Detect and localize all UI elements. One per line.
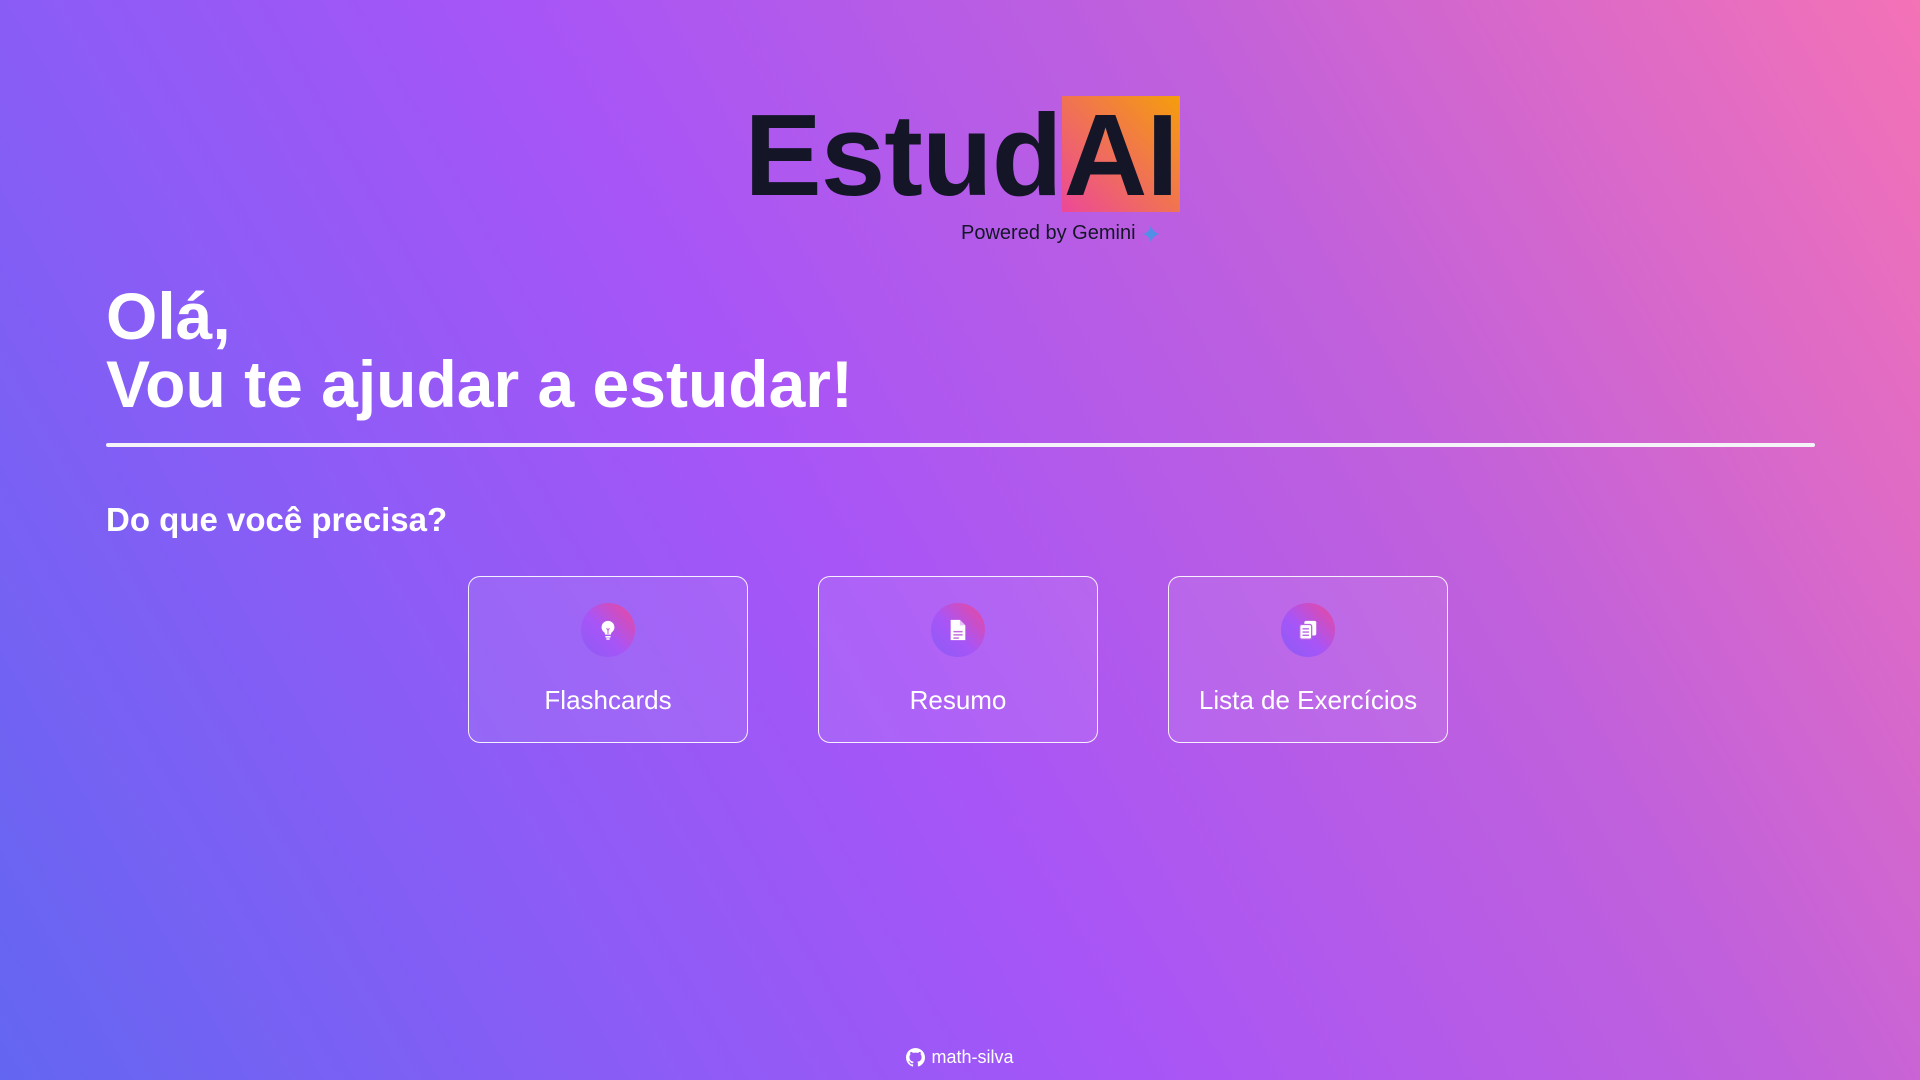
resumo-button[interactable]: Resumo [818,576,1098,743]
resumo-label: Resumo [909,685,1007,715]
greeting-line-2: Vou te ajudar a estudar! [106,347,853,421]
options-grid: Flashcards Resumo Lista de Exercícios [468,576,1448,743]
question-heading: Do que você precisa? [106,501,448,538]
lista-de-exercicios-button[interactable]: Lista de Exercícios [1168,576,1448,743]
github-icon [906,1048,926,1067]
logo-prefix: Estud [744,90,1062,220]
logo-highlight: AI [1061,90,1180,220]
copy-document-icon [1281,603,1335,657]
powered-by-label: Powered by Gemini [961,222,1160,245]
app-logo: EstudAI [0,96,1920,213]
flashcards-label: Flashcards [544,685,672,715]
greeting-heading: Olá, Vou te ajudar a estudar! [106,282,853,418]
powered-by-text: Powered by Gemini [961,222,1136,244]
gemini-star-icon [1141,224,1160,243]
flashcards-button[interactable]: Flashcards [468,576,748,743]
lightbulb-icon [581,603,635,657]
greeting-line-1: Olá, [106,279,231,353]
divider [106,443,1815,447]
footer: math-silva [0,1047,1920,1068]
logo-text: EstudAI [744,90,1180,220]
lista-de-exercicios-label: Lista de Exercícios [1198,685,1418,715]
github-user-link[interactable]: math-silva [931,1047,1013,1068]
document-icon [931,603,985,657]
